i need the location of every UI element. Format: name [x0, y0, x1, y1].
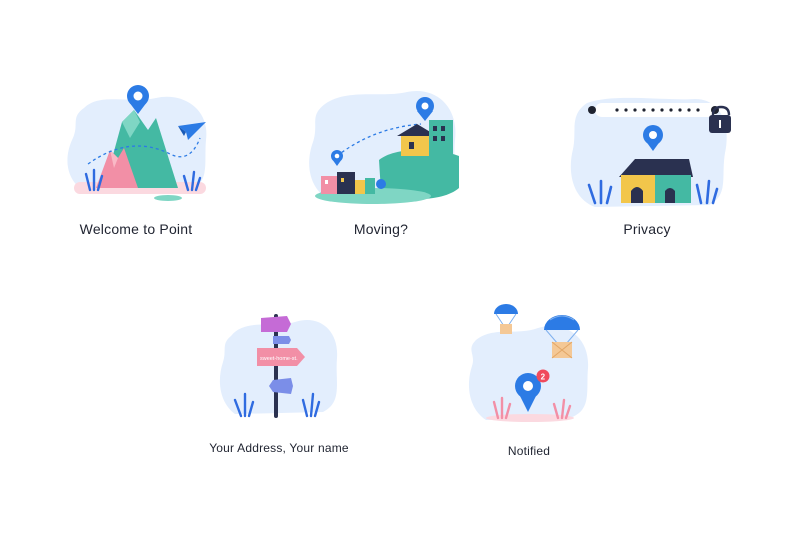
- signpost-text: sweet-home-st.: [260, 356, 298, 362]
- address-illustration: sweet-home-st.: [215, 306, 345, 426]
- notification-badge: 2: [541, 373, 546, 382]
- privacy-title: Privacy: [623, 221, 671, 237]
- moving-illustration: [303, 84, 463, 210]
- welcome-illustration: [60, 78, 220, 208]
- privacy-illustration: [565, 95, 735, 215]
- notified-illustration: 2: [466, 300, 596, 430]
- notified-title: Notified: [507, 444, 551, 458]
- address-title: Your Address, Your name: [209, 441, 349, 455]
- welcome-title: Welcome to Point: [79, 221, 193, 237]
- moving-title: Moving?: [353, 221, 409, 237]
